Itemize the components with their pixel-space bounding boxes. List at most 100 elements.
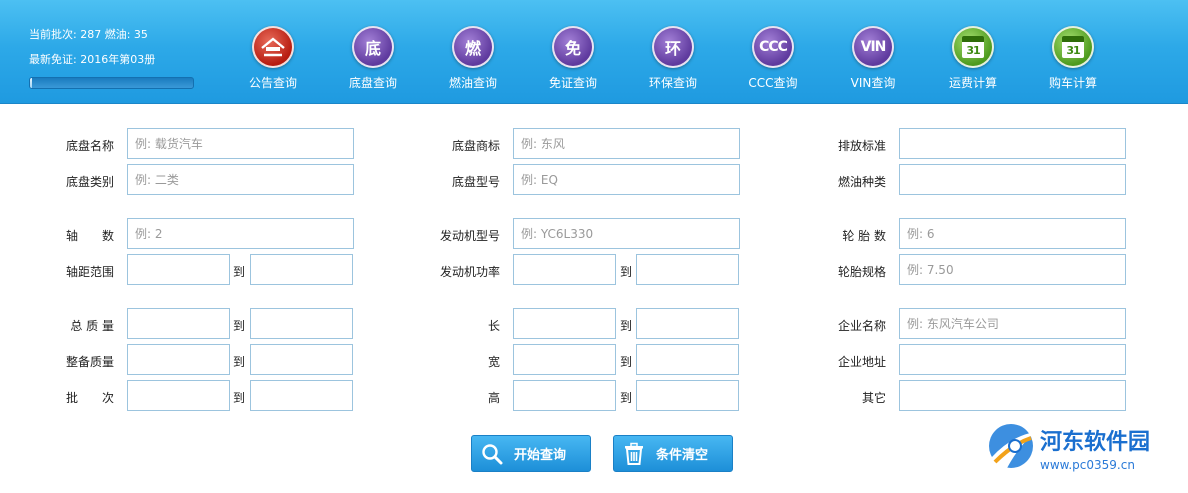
chassis-type-label: 底盘类别 [65, 175, 114, 189]
engine-power-max-input[interactable] [636, 254, 739, 285]
range-to-label: 到 [620, 391, 633, 405]
curb-mass-min-input[interactable] [127, 344, 230, 375]
top-banner: 当前批次: 287 燃油: 35 最新免证: 2016年第03册 公告查询 底底盘… [0, 0, 1188, 104]
trash-icon [614, 442, 654, 466]
chassis-brand-input[interactable] [513, 128, 740, 159]
toolbar-glyph: VIN [860, 39, 887, 55]
company-name-input[interactable] [899, 308, 1126, 339]
batch-label: 批 次 [65, 391, 114, 405]
toolbar-glyph: CCC [759, 39, 788, 55]
calendar-glyph: 31 [962, 36, 984, 58]
chassis-name-input[interactable] [127, 128, 354, 159]
engine-model-label: 发动机型号 [439, 229, 500, 243]
announcement-icon [252, 26, 294, 68]
fuel-type-label: 燃油种类 [837, 175, 886, 189]
calendar-glyph: 31 [1062, 36, 1084, 58]
toolbar-label: 环保查询 [648, 76, 697, 90]
range-to-label: 到 [233, 391, 246, 405]
calendar-icon: 31 [952, 26, 994, 68]
ccc-icon: CCC [752, 26, 794, 68]
toolbar-label: 运费计算 [948, 76, 997, 90]
fuel-icon: 燃 [452, 26, 494, 68]
clear-conditions-button[interactable]: 条件清空 [613, 435, 733, 472]
company-address-label: 企业地址 [837, 355, 886, 369]
fuel-type-input[interactable] [899, 164, 1126, 195]
width-label: 宽 [487, 355, 500, 369]
total-mass-label: 总 质 量 [70, 319, 114, 333]
total-mass-min-input[interactable] [127, 308, 230, 339]
height-label: 高 [487, 391, 500, 405]
toolbar-glyph: 燃 [464, 39, 481, 58]
emission-standard-input[interactable] [899, 128, 1126, 159]
chassis-name-label: 底盘名称 [65, 139, 114, 153]
curb-mass-max-input[interactable] [250, 344, 353, 375]
toolbar-button-7[interactable]: 31 运费计算 [928, 26, 1018, 91]
batch-max-input[interactable] [250, 380, 353, 411]
length-label: 长 [487, 319, 500, 333]
vin-icon: VIN [852, 26, 894, 68]
toolbar-label: 燃油查询 [448, 76, 497, 90]
width-min-input[interactable] [513, 344, 616, 375]
latest-exemption-status: 最新免证: 2016年第03册 [29, 53, 156, 66]
toolbar-button-0[interactable]: 公告查询 [228, 26, 318, 91]
range-to-label: 到 [233, 265, 246, 279]
range-to-label: 到 [620, 319, 633, 333]
chassis-model-input[interactable] [513, 164, 740, 195]
range-to-label: 到 [620, 265, 633, 279]
batch-fuel-status: 当前批次: 287 燃油: 35 [29, 28, 148, 41]
length-min-input[interactable] [513, 308, 616, 339]
company-address-input[interactable] [899, 344, 1126, 375]
calendar-icon: 31 [1052, 26, 1094, 68]
axle-count-input[interactable] [127, 218, 354, 249]
range-to-label: 到 [233, 319, 246, 333]
company-name-label: 企业名称 [837, 319, 886, 333]
toolbar-label: 公告查询 [248, 76, 297, 90]
start-search-label: 开始查询 [514, 448, 567, 463]
toolbar-button-1[interactable]: 底底盘查询 [328, 26, 418, 91]
toolbar-button-2[interactable]: 燃燃油查询 [428, 26, 518, 91]
total-mass-max-input[interactable] [250, 308, 353, 339]
watermark: 河东软件园 www.pc0359.cn [983, 418, 1188, 493]
wheelbase-max-input[interactable] [250, 254, 353, 285]
other-label: 其它 [861, 391, 886, 405]
height-min-input[interactable] [513, 380, 616, 411]
toolbar-button-8[interactable]: 31 购车计算 [1028, 26, 1118, 91]
toolbar-button-3[interactable]: 免免证查询 [528, 26, 618, 91]
other-input[interactable] [899, 380, 1126, 411]
tire-spec-label: 轮胎规格 [837, 265, 886, 279]
toolbar-label: 免证查询 [548, 76, 597, 90]
toolbar-label: 购车计算 [1048, 76, 1097, 90]
width-max-input[interactable] [636, 344, 739, 375]
site-logo-icon [989, 424, 1035, 472]
progress-bar [29, 77, 194, 89]
height-max-input[interactable] [636, 380, 739, 411]
chassis-type-input[interactable] [127, 164, 354, 195]
start-search-button[interactable]: 开始查询 [471, 435, 591, 472]
toolbar-button-6[interactable]: VIN VIN查询 [828, 26, 918, 91]
length-max-input[interactable] [636, 308, 739, 339]
range-to-label: 到 [233, 355, 246, 369]
chassis-icon: 底 [352, 26, 394, 68]
tire-count-input[interactable] [899, 218, 1126, 249]
progress-fill [30, 78, 32, 88]
toolbar-glyph: 免 [564, 39, 581, 58]
toolbar-button-5[interactable]: CCC CCC查询 [728, 26, 818, 91]
emission-standard-label: 排放标准 [837, 139, 886, 153]
toolbar-label: CCC查询 [748, 76, 798, 90]
toolbar-label: VIN查询 [850, 76, 896, 90]
tire-count-label: 轮 胎 数 [842, 229, 886, 243]
wheelbase-label: 轴距范围 [65, 265, 114, 279]
toolbar-glyph: 环 [664, 39, 681, 58]
tire-spec-input[interactable] [899, 254, 1126, 285]
batch-min-input[interactable] [127, 380, 230, 411]
toolbar-glyph: 底 [364, 39, 381, 58]
wheelbase-min-input[interactable] [127, 254, 230, 285]
exemption-icon: 免 [552, 26, 594, 68]
engine-model-input[interactable] [513, 218, 740, 249]
engine-power-min-input[interactable] [513, 254, 616, 285]
toolbar-button-4[interactable]: 环环保查询 [628, 26, 718, 91]
chassis-brand-label: 底盘商标 [451, 139, 500, 153]
curb-mass-label: 整备质量 [65, 355, 114, 369]
axle-count-label: 轴 数 [65, 229, 114, 243]
environment-icon: 环 [652, 26, 694, 68]
